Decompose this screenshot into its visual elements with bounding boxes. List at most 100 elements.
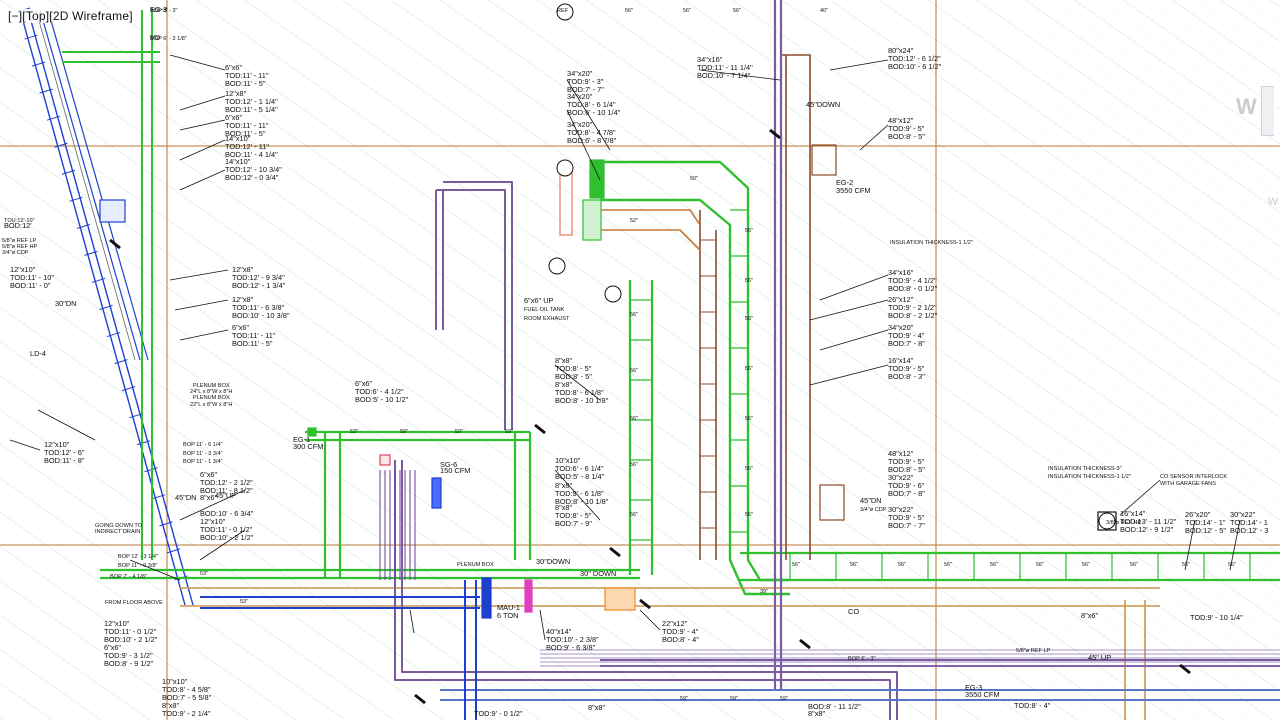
duct-size-tag: 56" <box>630 512 638 518</box>
annotation-text: 3/4"ø CDP <box>860 507 887 513</box>
viewcube[interactable]: W <box>1236 86 1274 136</box>
annotation-text: BOD:12' <box>4 221 32 230</box>
annotation-text: CO SENSOR INTERLOCK <box>1160 474 1227 480</box>
equipment-unit <box>99 199 126 223</box>
annotation-text: BOD:11' - 5" <box>225 79 266 88</box>
duct-size-tag: 59" <box>730 696 738 702</box>
duct-size-tag: 56" <box>1130 562 1138 568</box>
annotation-text: BOD:6' - 8 7/8" <box>567 136 617 145</box>
annotation-text: BOD:7' - 7" <box>888 521 925 530</box>
annotation-text: FUEL OIL TANK <box>524 307 565 313</box>
duct-size-tag: 59" <box>455 429 463 435</box>
annotation-text: BOD:7' - 8" <box>888 339 925 348</box>
annotation-text: PLENUM BOX <box>457 562 494 568</box>
label-mid: ][ <box>45 9 53 23</box>
annotation-text: 3550 CFM <box>836 186 871 195</box>
duct-size-tag: 40" <box>820 8 828 14</box>
annotation-text: BOD:9' - 6 3/8" <box>546 643 596 652</box>
fuel-oil-exhaust <box>582 199 602 241</box>
view-name[interactable]: Top <box>26 9 46 23</box>
blue-unit <box>431 477 442 509</box>
duct-size-tag: 56" <box>898 562 906 568</box>
duct-size-tag: 39" <box>760 589 768 595</box>
annotation-text: INSULATION THICKNESS-1 1/2" <box>890 240 973 246</box>
duct-size-tag: 56" <box>630 368 638 374</box>
duct-size-tag: 56" <box>630 416 638 422</box>
visual-style[interactable]: 2D Wireframe <box>53 9 129 23</box>
cad-viewport[interactable]: EG-3 VD 6"x6" TOD:11' - 11" BOD:11' - 5" 12"x… <box>0 0 1280 720</box>
annotation-text: 5/8"ø REF LP <box>1016 648 1051 654</box>
duct-size-tag: 56" <box>745 278 753 284</box>
annotation-text: REF <box>557 8 569 14</box>
magenta-unit <box>524 579 533 613</box>
annotation-text: BOP 11' - 0 3/8" <box>118 563 158 569</box>
annotation-text: BOP 11' - 3 3/4" <box>183 451 223 457</box>
annotation-text: BOP 12' - 3 1/4" <box>118 554 158 560</box>
duct-size-tag: 56" <box>683 8 691 14</box>
duct-size-tag: 56" <box>745 316 753 322</box>
duct-size-tag: 56" <box>1182 562 1190 568</box>
annotation-text: INSULATION THICKNESS-1 1/2" <box>1048 474 1131 480</box>
viewcube-west-label[interactable]: W <box>1236 94 1257 120</box>
annotation-text: 45"UP <box>215 491 236 500</box>
duct-size-tag: 56" <box>1036 562 1044 568</box>
annotation-text: LD-4 <box>30 349 46 358</box>
reference-marker <box>556 159 574 177</box>
annotation-text: INSULATION THICKNESS-3" <box>1048 466 1122 472</box>
annotation-text: BOD:8' - 3" <box>888 372 925 381</box>
duct-size-tag: 56" <box>745 366 753 372</box>
annotation-text: BOP 11' - 1 3/4" <box>183 459 223 465</box>
annotation-text: BOD:8' - 5" <box>888 132 925 141</box>
annotation-text: BOD:12' - 5" <box>1185 526 1226 535</box>
annotation-text: 150 CFM <box>440 466 470 475</box>
annotation-text: PLENUM BOX <box>193 395 230 401</box>
duct-size-tag: 56" <box>745 512 753 518</box>
annotation-text: BOD:10' - 2 1/2" <box>200 533 254 542</box>
annotation-text: 22"L x 8"W x 8"H <box>190 402 232 408</box>
annotation-text: 30"DN <box>55 299 77 308</box>
annotation-text: BOD:10' - 10 3/8" <box>232 311 290 320</box>
duct-size-tag: 56" <box>850 562 858 568</box>
annotation-text: BOP 6' - 3" <box>848 656 876 662</box>
duct-size-tag: 56" <box>944 562 952 568</box>
duct-size-tag: 56" <box>745 466 753 472</box>
duct-size-tag: 50" <box>690 176 698 182</box>
annotation-text: BOD:8' - 2 1/2" <box>888 311 938 320</box>
annotation-text: 8"x8" <box>588 703 606 712</box>
duct-size-tag: 59" <box>505 429 513 435</box>
annotation-text: 3/8"ø REF HP <box>1106 520 1142 526</box>
duct-size-tag: 56" <box>630 462 638 468</box>
duct-size-tag: 56" <box>745 228 753 234</box>
annotation-text: INDIRECT DRAIN <box>95 529 140 535</box>
annotation-text: BOD:5' - 10 1/2" <box>355 395 409 404</box>
annotation-text: BOD:7' - 9" <box>555 519 592 528</box>
hvac-floor-plan-drawing[interactable]: EG-3VD6"x6"TOD:11' - 11"BOD:11' - 5"12"x… <box>0 0 1280 720</box>
annotation-text: BOP 6' - 3 1/8" <box>150 36 187 42</box>
annotation-text: 30" DOWN <box>580 569 616 578</box>
viewport-label[interactable]: [−][Top][2D Wireframe] <box>6 9 135 23</box>
annotation-text: BOP 8' - 3" <box>150 8 178 14</box>
duct-size-tag: 59" <box>680 696 688 702</box>
annotation-text: BOD:12' - 9 1/2" <box>1120 525 1174 534</box>
annotation-text: 3550 CFM <box>965 690 1000 699</box>
annotation-text: 6"x6" UP <box>524 296 554 305</box>
duct-size-tag: 56" <box>792 562 800 568</box>
annotation-text: BOD:7' - 8" <box>888 489 925 498</box>
annotation-text: BOD:11' - 8" <box>44 456 85 465</box>
viewport-control-bracket[interactable]: [−][ <box>8 9 26 23</box>
duct-size-tag: 52" <box>630 218 638 224</box>
duct-size-tag: 56" <box>745 416 753 422</box>
annotation-text: 45"DOWN <box>806 100 840 109</box>
mau-unit <box>481 577 492 619</box>
annotation-text: BOD:10' - 6 1/2" <box>888 62 942 71</box>
annotation-text: BOD:12' - 1 3/4" <box>232 281 286 290</box>
annotation-text: TOD:9' - 2 1/4" <box>162 709 211 718</box>
viewcube-edge-label: W <box>1267 196 1278 208</box>
annotation-text: BOD:6' - 10 1/4" <box>567 108 621 117</box>
annotation-text: 45"DN <box>860 496 882 505</box>
duct-size-tag: 53" <box>240 599 248 605</box>
annotation-text: CO <box>848 607 859 616</box>
label-suffix: ] <box>129 9 133 23</box>
viewcube-face[interactable] <box>1261 86 1274 136</box>
annotation-text: BOP 11' - 6 1/4" <box>183 442 223 448</box>
